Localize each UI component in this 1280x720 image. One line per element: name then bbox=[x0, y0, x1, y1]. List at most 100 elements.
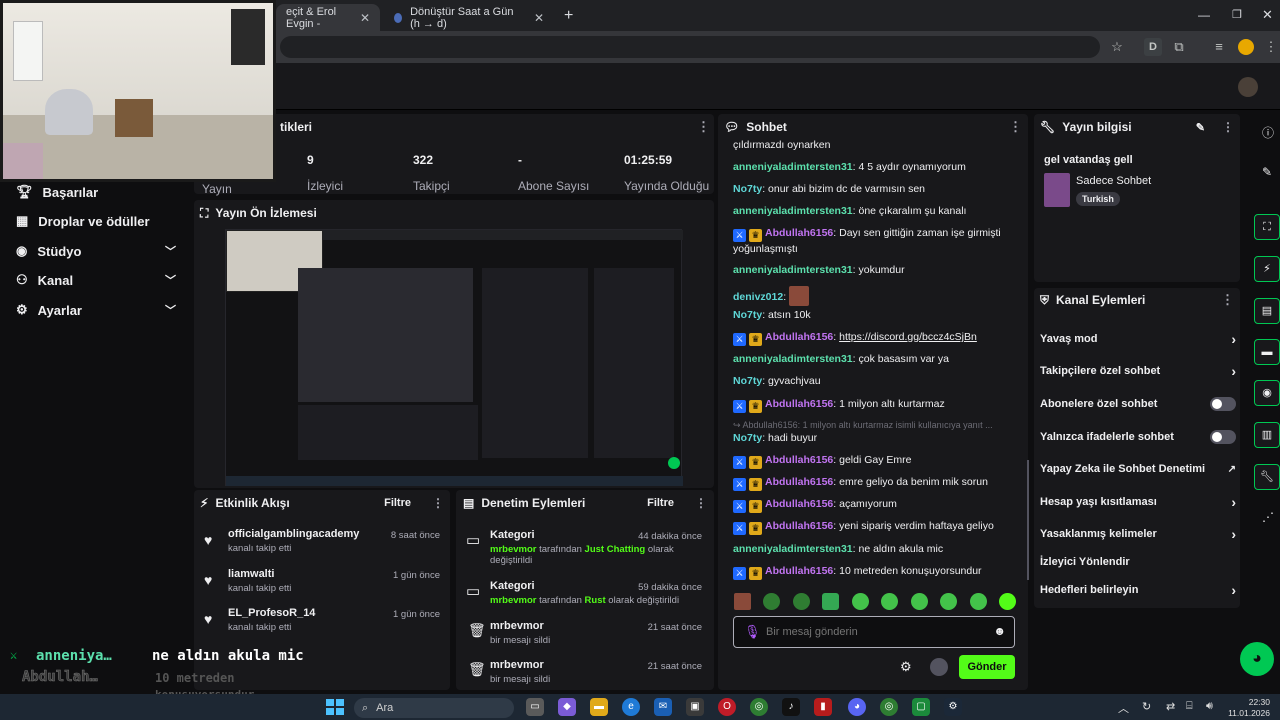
emote-icon[interactable] bbox=[763, 593, 781, 610]
windows-start-icon[interactable] bbox=[326, 699, 344, 715]
rail-preview-button[interactable]: ⛶ bbox=[1254, 214, 1280, 240]
chat-username[interactable]: Abdullah6156 bbox=[765, 520, 833, 532]
discord-icon[interactable]: ◕ bbox=[848, 698, 866, 716]
moderation-filter-button[interactable]: Filtre bbox=[647, 497, 674, 509]
emote-icon[interactable] bbox=[969, 593, 987, 610]
chat-input-box[interactable]: 🎙︎ ☻ bbox=[733, 616, 1015, 648]
send-button[interactable]: Gönder bbox=[959, 655, 1015, 679]
sidebar-item-channel[interactable]: ⚇ Kanal ﹀ bbox=[16, 268, 176, 292]
taskbar-search[interactable]: ⌕ Ara bbox=[354, 698, 514, 718]
rail-lightning-button[interactable]: ⚡︎ bbox=[1254, 256, 1280, 282]
activity-filter-button[interactable]: Filtre bbox=[384, 497, 411, 509]
chat-username[interactable]: No7ty bbox=[733, 375, 762, 387]
mail-icon[interactable]: ✉ bbox=[654, 698, 672, 716]
taskbar-clock[interactable]: 22:30 11.01.2026 bbox=[1228, 697, 1270, 719]
tray-app-icon[interactable]: ⇄ bbox=[1166, 700, 1175, 713]
emote-only-toggle[interactable] bbox=[1210, 430, 1236, 444]
chat-username[interactable]: anneniyaladimtersten31 bbox=[733, 353, 853, 365]
volume-icon[interactable]: 🔊︎ bbox=[1206, 700, 1213, 713]
emoji-picker-icon[interactable]: ☻ bbox=[993, 624, 1006, 638]
steam-icon[interactable]: ⚙ bbox=[944, 698, 962, 716]
close-window-button[interactable]: ✕ bbox=[1262, 7, 1273, 23]
browser-tab-converter[interactable]: Dönüştür Saat a Gün (h → d) ✕ bbox=[384, 4, 554, 31]
moderation-actor[interactable]: mrbevmor bbox=[490, 595, 536, 606]
chat-username[interactable]: No7ty bbox=[733, 183, 762, 195]
bot-settings-icon[interactable] bbox=[930, 658, 948, 676]
chat-username[interactable]: anneniyaladimtersten31 bbox=[733, 205, 853, 217]
edit-pencil-icon[interactable]: ✎ bbox=[1196, 121, 1205, 134]
emote-icon[interactable] bbox=[822, 593, 840, 610]
taskbar-app-icon[interactable]: ◆ bbox=[558, 698, 576, 716]
taskbar-app-icon[interactable]: ▣ bbox=[686, 698, 704, 716]
subscribers-only-toggle[interactable] bbox=[1210, 397, 1236, 411]
chat-username[interactable]: anneniyaladimtersten31 bbox=[733, 161, 853, 173]
taskbar-app-icon[interactable]: ▮ bbox=[814, 698, 832, 716]
support-button[interactable]: ◕ bbox=[1240, 642, 1274, 676]
user-avatar[interactable] bbox=[1238, 77, 1258, 97]
chat-username[interactable]: Abdullah6156 bbox=[765, 476, 833, 488]
rail-wrench-button[interactable]: 🔧︎ bbox=[1254, 464, 1280, 490]
action-banned-words[interactable]: Yasaklanmış kelimeler › bbox=[1040, 523, 1236, 545]
tray-app-icon[interactable]: ↻ bbox=[1142, 700, 1151, 713]
stream-category[interactable]: Sadece Sohbet bbox=[1076, 175, 1151, 187]
chat-username[interactable]: denivz012 bbox=[733, 291, 783, 303]
file-explorer-icon[interactable]: ▬ bbox=[590, 698, 608, 716]
emote-icon[interactable] bbox=[851, 593, 869, 610]
rail-document-button[interactable]: ▤ bbox=[1254, 298, 1280, 324]
opera-icon[interactable]: O bbox=[718, 698, 736, 716]
more-icon[interactable]: ⋮ bbox=[697, 119, 710, 135]
chat-username[interactable]: Abdullah6156 bbox=[765, 227, 833, 239]
more-icon[interactable]: ⋮ bbox=[695, 496, 707, 510]
action-account-age[interactable]: Hesap yaşı kısıtlaması › bbox=[1040, 491, 1236, 513]
taskbar-app-icon[interactable]: ▢ bbox=[912, 698, 930, 716]
more-icon[interactable]: ⋮ bbox=[432, 496, 444, 510]
rail-broadcast-button[interactable]: ◉ bbox=[1254, 380, 1280, 406]
minimize-button[interactable]: ― bbox=[1198, 8, 1210, 22]
sidebar-item-settings[interactable]: ⚙ Ayarlar ﹀ bbox=[16, 298, 176, 322]
emote-icon[interactable] bbox=[881, 593, 899, 610]
action-set-goals[interactable]: Hedefleri belirleyin › bbox=[1040, 579, 1236, 601]
rail-moderation-button[interactable]: ▥ bbox=[1254, 422, 1280, 448]
microphone-icon[interactable]: 🎙︎ bbox=[744, 624, 761, 640]
action-raid[interactable]: İzleyici Yönlendir bbox=[1040, 551, 1236, 573]
new-tab-button[interactable]: + bbox=[564, 7, 573, 25]
sidebar-item-drops[interactable]: ▦ Droplar ve ödüller bbox=[16, 209, 176, 233]
chat-username[interactable]: Abdullah6156 bbox=[765, 454, 833, 466]
chat-username[interactable]: anneniyaladimtersten31 bbox=[733, 264, 853, 276]
chat-settings-icon[interactable]: ⚙ bbox=[900, 659, 912, 675]
chat-username[interactable]: Abdullah6156 bbox=[765, 398, 833, 410]
share-icon[interactable]: ⋰ bbox=[1262, 510, 1274, 524]
chat-username[interactable]: anneniyaladimtersten31 bbox=[733, 543, 853, 555]
emote-icon[interactable] bbox=[940, 593, 958, 610]
taskbar-app-icon[interactable]: ▭ bbox=[526, 698, 544, 716]
chat-username[interactable]: Abdullah6156 bbox=[765, 565, 833, 577]
chat-message-input[interactable] bbox=[766, 623, 986, 641]
emote-icon[interactable] bbox=[998, 593, 1016, 610]
action-followers-only[interactable]: Takipçilere özel sohbet › bbox=[1040, 360, 1236, 382]
profile-avatar[interactable] bbox=[1238, 39, 1254, 55]
emote-icon[interactable] bbox=[734, 593, 751, 610]
chrome-icon[interactable]: ◎ bbox=[750, 698, 768, 716]
address-bar[interactable] bbox=[280, 36, 1100, 58]
tray-chevron-up-icon[interactable]: ︿ bbox=[1118, 700, 1129, 716]
info-icon[interactable]: ⓘ bbox=[1262, 124, 1274, 141]
stream-preview-video[interactable] bbox=[225, 229, 683, 486]
emote-icon[interactable] bbox=[792, 593, 810, 610]
extensions-puzzle-icon[interactable]: ⧉ bbox=[1170, 38, 1188, 56]
chat-username[interactable]: No7ty bbox=[733, 432, 762, 444]
more-icon[interactable]: ⋮ bbox=[1222, 120, 1234, 134]
sidebar-item-achievements[interactable]: 🏆︎ Başarılar bbox=[16, 180, 176, 204]
edge-icon[interactable]: e bbox=[622, 698, 640, 716]
emote-icon[interactable] bbox=[910, 593, 928, 610]
action-ai-moderation[interactable]: Yapay Zeka ile Sohbet Denetimi ↗ bbox=[1040, 458, 1236, 480]
rail-chat-button[interactable]: ▬ bbox=[1254, 339, 1280, 365]
moderation-actor[interactable]: mrbevmor bbox=[490, 544, 536, 555]
chat-scrollbar[interactable] bbox=[1027, 460, 1029, 580]
close-icon[interactable]: ✕ bbox=[534, 11, 544, 25]
chat-username[interactable]: Abdullah6156 bbox=[765, 331, 833, 343]
action-slow-mode[interactable]: Yavaş mod › bbox=[1040, 328, 1236, 350]
sidebar-item-studio[interactable]: ◉ Stüdyo ﹀ bbox=[16, 239, 176, 263]
chat-username[interactable]: Abdullah6156 bbox=[765, 498, 833, 510]
more-icon[interactable]: ⋮ bbox=[1221, 292, 1234, 308]
tiktok-icon[interactable]: ♪ bbox=[782, 698, 800, 716]
